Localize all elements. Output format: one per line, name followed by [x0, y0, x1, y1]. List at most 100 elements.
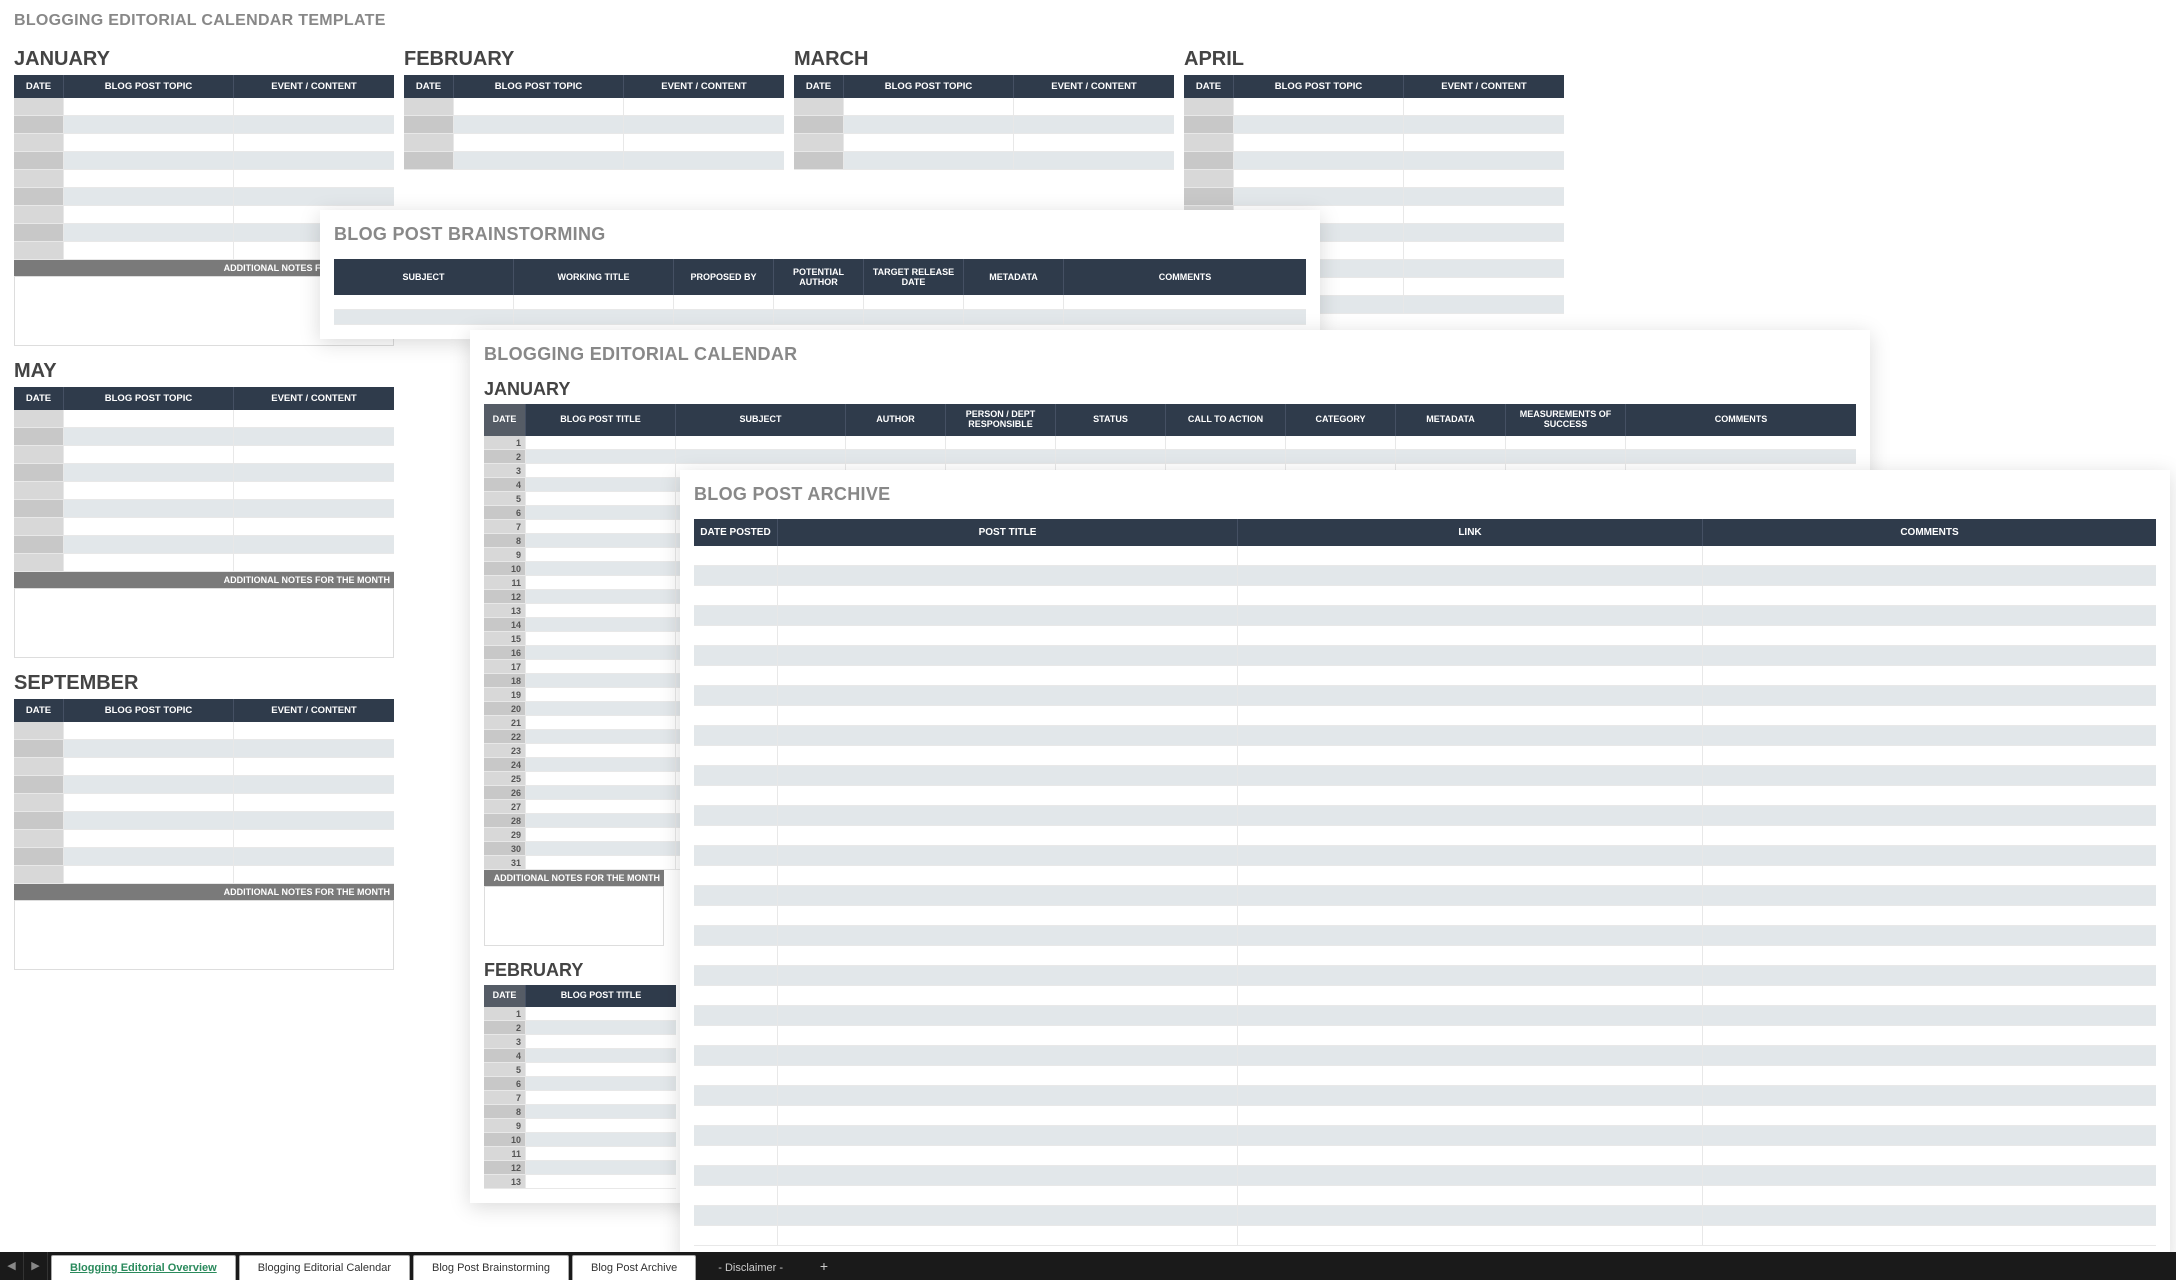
col-measurements: MEASUREMENTS OF SUCCESS: [1506, 404, 1626, 436]
col-category: CATEGORY: [1286, 404, 1396, 436]
table-row[interactable]: [694, 1126, 2156, 1146]
table-row[interactable]: [694, 846, 2156, 866]
table-row[interactable]: [694, 746, 2156, 766]
tabs-scroll-right-icon[interactable]: ▶: [24, 1252, 48, 1280]
table-row[interactable]: [694, 766, 2156, 786]
month-label: SEPTEMBER: [14, 672, 394, 695]
archive-body: [694, 546, 2156, 1246]
table-row[interactable]: 2: [484, 450, 1856, 464]
col-event: EVENT / CONTENT: [234, 75, 394, 98]
table-row[interactable]: [694, 1086, 2156, 1106]
month-label: MARCH: [794, 48, 1174, 71]
table-row[interactable]: [694, 866, 2156, 886]
table-row[interactable]: [694, 666, 2156, 686]
tab-overview[interactable]: Blogging Editorial Overview: [51, 1255, 236, 1280]
col-link: LINK: [1238, 519, 1703, 546]
col-comments: COMMENTS: [1626, 404, 1856, 436]
notes-area[interactable]: [484, 886, 664, 946]
table-row[interactable]: [694, 1046, 2156, 1066]
table-row[interactable]: 4: [484, 1049, 676, 1063]
table-row[interactable]: [694, 626, 2156, 646]
col-blog-title: BLOG POST TITLE: [526, 404, 676, 436]
calendar-header-feb: DATE BLOG POST TITLE: [484, 985, 676, 1007]
col-proposed-by: PROPOSED BY: [674, 259, 774, 295]
brainstorm-body: [334, 295, 1306, 325]
table-row[interactable]: [694, 1066, 2156, 1086]
table-row[interactable]: [694, 706, 2156, 726]
table-row[interactable]: [694, 1186, 2156, 1206]
table-row[interactable]: [694, 686, 2156, 706]
table-row[interactable]: [694, 966, 2156, 986]
table-row[interactable]: [694, 566, 2156, 586]
month-label: JANUARY: [484, 379, 1856, 400]
month-label: APRIL: [1184, 48, 1564, 71]
notes-area[interactable]: [14, 900, 394, 970]
tab-archive[interactable]: Blog Post Archive: [572, 1255, 696, 1280]
table-row[interactable]: [694, 1226, 2156, 1246]
col-date-posted: DATE POSTED: [694, 519, 778, 546]
table-row[interactable]: 13: [484, 1175, 676, 1189]
table-row[interactable]: 12: [484, 1161, 676, 1175]
table-row[interactable]: 1: [484, 1007, 676, 1021]
col-subject: SUBJECT: [676, 404, 846, 436]
col-author: AUTHOR: [846, 404, 946, 436]
month-label: MAY: [14, 360, 394, 383]
section-title: BLOG POST BRAINSTORMING: [334, 224, 1306, 245]
table-row[interactable]: 10: [484, 1133, 676, 1147]
brainstorm-header: SUBJECT WORKING TITLE PROPOSED BY POTENT…: [334, 259, 1306, 295]
notes-area[interactable]: [14, 588, 394, 658]
archive-header: DATE POSTED POST TITLE LINK COMMENTS: [694, 519, 2156, 546]
col-responsible: PERSON / DEPT RESPONSIBLE: [946, 404, 1056, 436]
table-row[interactable]: [694, 606, 2156, 626]
tab-disclaimer[interactable]: - Disclaimer -: [699, 1255, 802, 1280]
table-row[interactable]: 6: [484, 1077, 676, 1091]
col-target-release: TARGET RELEASE DATE: [864, 259, 964, 295]
col-metadata: METADATA: [964, 259, 1064, 295]
table-row[interactable]: [694, 1006, 2156, 1026]
table-row[interactable]: [694, 926, 2156, 946]
table-row[interactable]: [694, 1106, 2156, 1126]
notes-label: ADDITIONAL NOTES FOR THE MONTH: [14, 884, 394, 900]
table-row[interactable]: [694, 586, 2156, 606]
section-title: BLOG POST ARCHIVE: [694, 484, 2156, 505]
month-block: MAY DATEBLOG POST TOPICEVENT / CONTENT A…: [14, 360, 394, 658]
tab-brainstorming[interactable]: Blog Post Brainstorming: [413, 1255, 569, 1280]
table-row[interactable]: 8: [484, 1105, 676, 1119]
table-row[interactable]: 11: [484, 1147, 676, 1161]
table-row[interactable]: 3: [484, 1035, 676, 1049]
tab-editorial-calendar[interactable]: Blogging Editorial Calendar: [239, 1255, 410, 1280]
tabs-scroll-left-icon[interactable]: ◀: [0, 1252, 24, 1280]
col-status: STATUS: [1056, 404, 1166, 436]
add-sheet-icon[interactable]: +: [810, 1258, 838, 1274]
table-row[interactable]: 9: [484, 1119, 676, 1133]
table-row[interactable]: [694, 786, 2156, 806]
table-row[interactable]: [694, 1146, 2156, 1166]
col-subject: SUBJECT: [334, 259, 514, 295]
col-potential-author: POTENTIAL AUTHOR: [774, 259, 864, 295]
col-cta: CALL TO ACTION: [1166, 404, 1286, 436]
table-row[interactable]: 7: [484, 1091, 676, 1105]
table-row[interactable]: [694, 546, 2156, 566]
table-row[interactable]: [694, 906, 2156, 926]
table-row[interactable]: [694, 806, 2156, 826]
notes-label: ADDITIONAL NOTES FOR THE MONTH: [14, 572, 394, 588]
table-row[interactable]: [694, 646, 2156, 666]
table-row[interactable]: 5: [484, 1063, 676, 1077]
table-row[interactable]: [694, 726, 2156, 746]
section-title: BLOGGING EDITORIAL CALENDAR: [484, 344, 1856, 365]
table-row[interactable]: 1: [484, 436, 1856, 450]
col-working-title: WORKING TITLE: [514, 259, 674, 295]
col-metadata: METADATA: [1396, 404, 1506, 436]
col-date: DATE: [484, 404, 526, 436]
brainstorming-sheet: BLOG POST BRAINSTORMING SUBJECT WORKING …: [320, 210, 1320, 339]
table-row[interactable]: [694, 1166, 2156, 1186]
table-row[interactable]: [694, 826, 2156, 846]
month-header: DATE BLOG POST TOPIC EVENT / CONTENT: [14, 75, 394, 98]
calendar-header: DATE BLOG POST TITLE SUBJECT AUTHOR PERS…: [484, 404, 1856, 436]
table-row[interactable]: [694, 886, 2156, 906]
table-row[interactable]: 2: [484, 1021, 676, 1035]
table-row[interactable]: [694, 946, 2156, 966]
table-row[interactable]: [694, 1206, 2156, 1226]
table-row[interactable]: [694, 986, 2156, 1006]
table-row[interactable]: [694, 1026, 2156, 1046]
